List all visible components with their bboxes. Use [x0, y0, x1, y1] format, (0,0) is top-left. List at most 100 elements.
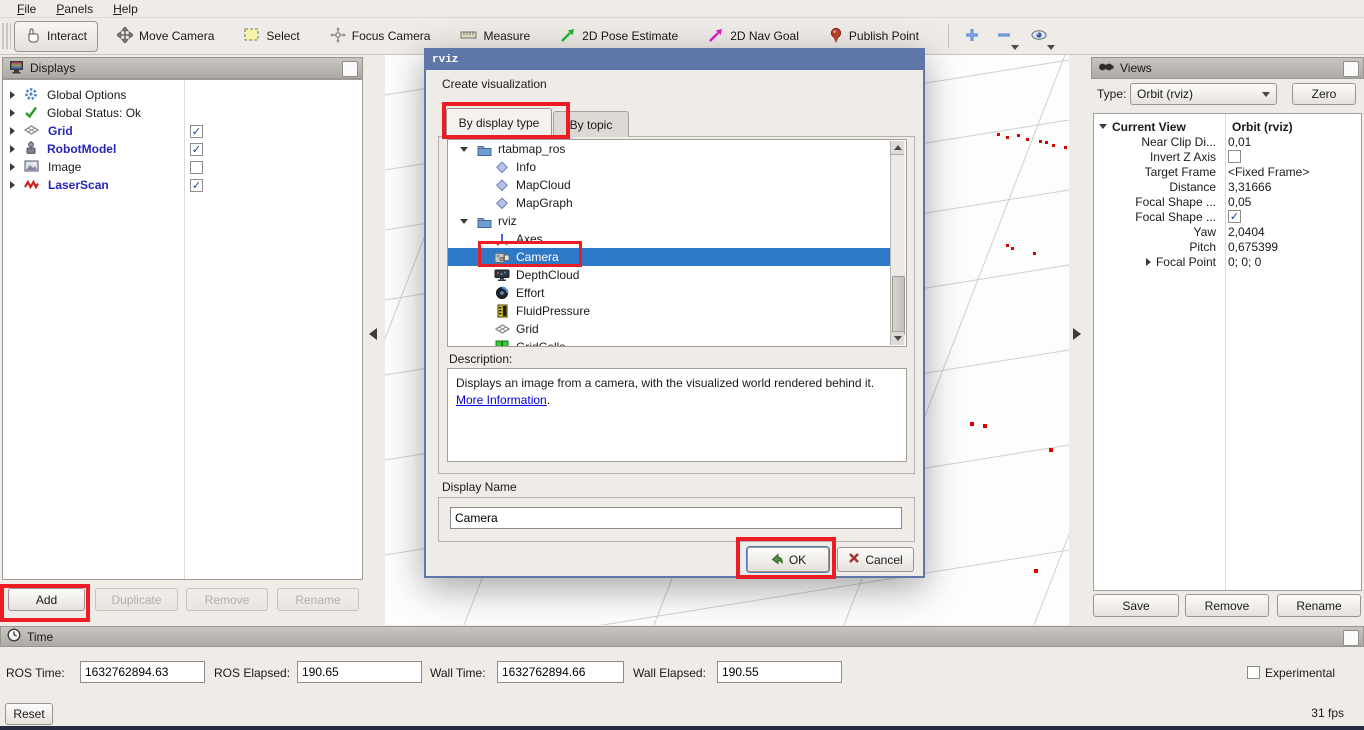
- image-visibility-checkbox[interactable]: [190, 161, 203, 174]
- gridcells-icon: [494, 340, 510, 347]
- tree-row-camera[interactable]: Camera: [448, 248, 892, 266]
- tree-row-rviz[interactable]: rviz: [448, 212, 892, 230]
- zero-view-button[interactable]: Zero: [1292, 83, 1356, 105]
- menu-file[interactable]: File: [8, 1, 45, 17]
- grid-visibility-checkbox[interactable]: ✓: [190, 125, 203, 138]
- panel-float-button[interactable]: [1343, 61, 1359, 77]
- right-panel-collapse-handle[interactable]: [1073, 328, 1081, 340]
- views-row-near-clip[interactable]: Near Clip Di...0,01: [1094, 134, 1361, 149]
- display-type-tree[interactable]: rtabmap_ros Info MapCloud MapGraph: [447, 139, 907, 347]
- scroll-up-button[interactable]: [891, 141, 904, 155]
- cancel-x-icon: [848, 552, 860, 567]
- views-row-target-frame[interactable]: Target Frame<Fixed Frame>: [1094, 164, 1361, 179]
- views-row-yaw[interactable]: Yaw2,0404: [1094, 224, 1361, 239]
- toolbar-grip[interactable]: [2, 23, 11, 49]
- display-row-laserscan[interactable]: LaserScan ✓: [3, 176, 362, 194]
- views-row-distance[interactable]: Distance3,31666: [1094, 179, 1361, 194]
- expander-icon[interactable]: [10, 127, 15, 135]
- focal-shape-checkbox[interactable]: ✓: [1228, 210, 1241, 223]
- tree-row-effort[interactable]: Effort: [448, 284, 892, 302]
- views-panel-titlebar[interactable]: Views: [1091, 57, 1364, 79]
- add-tool-button[interactable]: [959, 21, 985, 52]
- panel-float-button[interactable]: [1343, 630, 1359, 646]
- pose-estimate-tool-button[interactable]: 2D Pose Estimate: [549, 21, 689, 52]
- tree-row-rtabmap-ros[interactable]: rtabmap_ros: [448, 140, 892, 158]
- robotmodel-visibility-checkbox[interactable]: ✓: [190, 143, 203, 156]
- expander-icon[interactable]: [10, 91, 15, 99]
- wall-elapsed-field[interactable]: [717, 661, 842, 683]
- ros-time-field[interactable]: [80, 661, 205, 683]
- publish-point-tool-button[interactable]: Publish Point: [818, 21, 930, 52]
- expander-icon[interactable]: [10, 109, 15, 117]
- displays-panel-titlebar[interactable]: Displays: [2, 57, 363, 79]
- views-row-invert-z[interactable]: Invert Z Axis: [1094, 149, 1361, 164]
- tab-by-display-type[interactable]: By display type: [446, 108, 552, 137]
- select-tool-button[interactable]: Select: [233, 22, 310, 51]
- tree-row-gridcells[interactable]: GridCells: [448, 338, 892, 347]
- monitor-icon: [9, 60, 24, 77]
- display-name-input[interactable]: [450, 507, 902, 529]
- views-row-focal-point[interactable]: Focal Point0; 0; 0: [1094, 254, 1361, 269]
- expander-icon[interactable]: [1146, 258, 1151, 266]
- expander-icon[interactable]: [460, 219, 468, 224]
- display-row-grid[interactable]: Grid ✓: [3, 122, 362, 140]
- laserscan-visibility-checkbox[interactable]: ✓: [190, 179, 203, 192]
- scroll-down-button[interactable]: [891, 331, 904, 345]
- views-row-focal-shape-fixed[interactable]: Focal Shape ...✓: [1094, 209, 1361, 224]
- duplicate-display-button[interactable]: Duplicate: [95, 588, 178, 611]
- time-panel-titlebar[interactable]: Time: [0, 626, 1364, 647]
- tree-row-mapcloud[interactable]: MapCloud: [448, 176, 892, 194]
- remove-display-button[interactable]: Remove: [186, 588, 268, 611]
- ros-elapsed-field[interactable]: [297, 661, 422, 683]
- tree-row-mapgraph[interactable]: MapGraph: [448, 194, 892, 212]
- views-row-focal-shape-size[interactable]: Focal Shape ...0,05: [1094, 194, 1361, 209]
- scrollbar-thumb[interactable]: [892, 276, 905, 335]
- rename-display-button[interactable]: Rename: [277, 588, 359, 611]
- dialog-titlebar[interactable]: rviz: [426, 50, 923, 70]
- chevron-down-icon: [1262, 92, 1270, 97]
- measure-tool-button[interactable]: Measure: [449, 23, 541, 49]
- tool-visibility-dropdown-arrow[interactable]: [1047, 45, 1055, 50]
- more-information-link[interactable]: More Information: [456, 393, 547, 407]
- left-panel-collapse-handle[interactable]: [369, 328, 377, 340]
- tree-row-info[interactable]: Info: [448, 158, 892, 176]
- menu-panels[interactable]: Panels: [47, 1, 102, 17]
- reset-button[interactable]: Reset: [5, 703, 53, 725]
- tree-row-axes[interactable]: Axes: [448, 230, 892, 248]
- add-display-button[interactable]: Add: [8, 588, 85, 611]
- views-row-pitch[interactable]: Pitch0,675399: [1094, 239, 1361, 254]
- tree-scrollbar[interactable]: [890, 141, 905, 345]
- move-camera-tool-button[interactable]: Move Camera: [106, 21, 225, 52]
- tree-row-grid[interactable]: Grid: [448, 320, 892, 338]
- panel-float-button[interactable]: [342, 61, 358, 77]
- invert-z-checkbox[interactable]: [1228, 150, 1241, 163]
- save-view-button[interactable]: Save: [1093, 594, 1179, 617]
- cancel-button[interactable]: Cancel: [837, 547, 914, 572]
- views-row-current-view[interactable]: Current View Orbit (rviz): [1094, 119, 1361, 134]
- nav-goal-tool-button[interactable]: 2D Nav Goal: [697, 21, 810, 52]
- tree-row-depthcloud[interactable]: DepthCloud: [448, 266, 892, 284]
- tree-row-fluidpressure[interactable]: FluidPressure: [448, 302, 892, 320]
- expander-icon[interactable]: [10, 163, 15, 171]
- focus-camera-tool-button[interactable]: Focus Camera: [319, 21, 442, 52]
- remove-tool-dropdown-arrow[interactable]: [1011, 45, 1019, 50]
- display-row-image[interactable]: Image: [3, 158, 362, 176]
- expander-icon[interactable]: [10, 181, 15, 189]
- displays-list: Global Options Global Status: Ok Grid ✓: [2, 79, 363, 580]
- expander-icon[interactable]: [460, 147, 468, 152]
- view-type-select[interactable]: Orbit (rviz): [1130, 83, 1277, 105]
- rename-view-button[interactable]: Rename: [1277, 594, 1361, 617]
- display-row-robotmodel[interactable]: RobotModel ✓: [3, 140, 362, 158]
- ok-button[interactable]: OK: [747, 547, 829, 572]
- camcorder-icon: [1098, 61, 1114, 76]
- display-row-global-status[interactable]: Global Status: Ok: [3, 104, 362, 122]
- tab-by-topic[interactable]: By topic: [553, 111, 629, 137]
- remove-view-button[interactable]: Remove: [1185, 594, 1269, 617]
- menu-help[interactable]: Help: [104, 1, 147, 17]
- interact-tool-button[interactable]: Interact: [14, 21, 98, 52]
- expander-icon[interactable]: [1099, 124, 1107, 129]
- display-row-global-options[interactable]: Global Options: [3, 86, 362, 104]
- experimental-checkbox[interactable]: [1247, 666, 1260, 679]
- expander-icon[interactable]: [10, 145, 15, 153]
- wall-time-field[interactable]: [497, 661, 624, 683]
